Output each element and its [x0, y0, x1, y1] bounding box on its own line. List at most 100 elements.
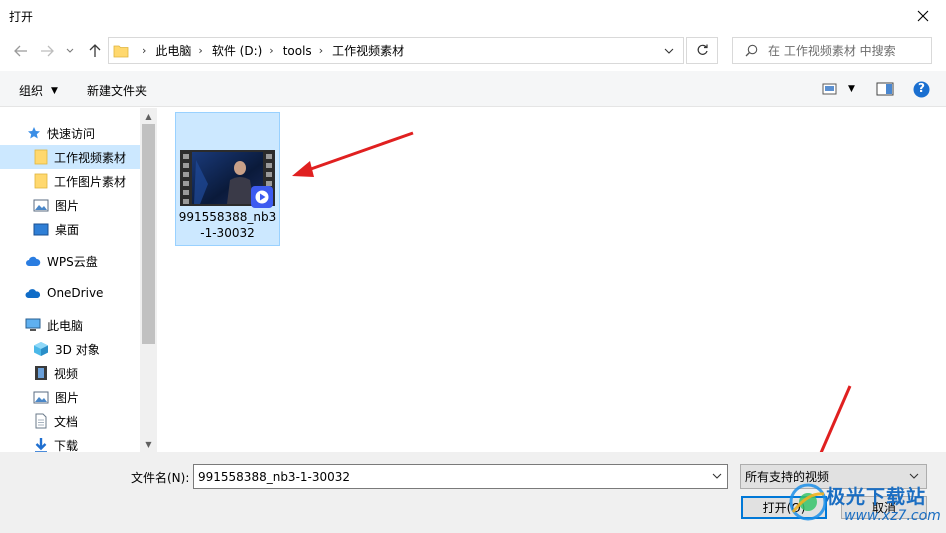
command-toolbar: 组织 ▼ 新建文件夹 ▼ ? [0, 71, 946, 107]
sidebar-item-label: 此电脑 [47, 318, 84, 333]
help-label: ? [918, 81, 925, 95]
chevron-down-icon [664, 48, 674, 54]
search-box[interactable]: 在 工作视频素材 中搜索 [732, 37, 932, 64]
chevron-right-icon[interactable]: › [198, 44, 202, 57]
back-button[interactable] [10, 40, 32, 62]
folder-icon [34, 173, 48, 189]
filename-input[interactable]: 991558388_nb3-1-30032 [193, 464, 728, 489]
chevron-right-icon[interactable]: › [269, 44, 273, 57]
watermark-text: 极光下载站 [826, 486, 927, 508]
sidebar-item-work-video[interactable]: 工作视频素材 [0, 145, 140, 169]
sidebar-item-wps-cloud[interactable]: WPS云盘 [0, 249, 140, 273]
preview-pane-button[interactable] [876, 80, 894, 98]
breadcrumb: › 此电脑 › 软件 (D:) › tools › 工作视频素材 [135, 42, 404, 59]
sidebar-item-label: 文档 [54, 414, 79, 429]
sidebar-item-label: WPS云盘 [47, 254, 98, 269]
pictures-icon [33, 199, 49, 211]
preview-pane-icon [876, 82, 894, 96]
chevron-right-icon: › [142, 44, 147, 57]
video-icon [35, 366, 47, 380]
sidebar-item-pictures-2[interactable]: 图片 [0, 385, 140, 409]
sidebar-item-label: 工作图片素材 [54, 174, 127, 189]
sidebar-item-label: 3D 对象 [55, 342, 100, 357]
view-icon [822, 83, 837, 95]
sidebar-item-downloads[interactable]: 下载 [0, 433, 140, 452]
address-dropdown-button[interactable] [661, 43, 677, 59]
download-icon [35, 438, 47, 452]
new-folder-button[interactable]: 新建文件夹 [87, 82, 147, 99]
sidebar-item-documents[interactable]: 文档 [0, 409, 140, 433]
navigation-pane: 快速访问 工作视频素材 工作图片素材 图片 桌面 WPS云盘 OneDrive … [0, 108, 157, 452]
change-view-button[interactable]: ▼ [822, 80, 855, 98]
filename-value: 991558388_nb3-1-30032 [198, 469, 351, 484]
navigation-bar: › 此电脑 › 软件 (D:) › tools › 工作视频素材 在 工作视频素… [0, 31, 946, 71]
video-thumbnail [180, 150, 275, 208]
help-button[interactable]: ? [913, 80, 930, 98]
arrow-right-icon [41, 45, 54, 57]
title-bar: 打开 [0, 0, 946, 31]
file-item[interactable]: 991558388_nb3 -1-30032 [175, 112, 280, 246]
filename-label: 文件名(N): [131, 471, 190, 485]
caret-down-icon: ▼ [51, 85, 58, 96]
folder-icon [34, 149, 48, 165]
file-name: 991558388_nb3 -1-30032 [176, 209, 279, 241]
recent-locations-button[interactable] [62, 40, 78, 62]
cube-icon [34, 342, 48, 356]
scroll-up-icon[interactable]: ▲ [140, 108, 157, 124]
file-name-line: -1-30032 [200, 226, 255, 240]
refresh-button[interactable] [686, 37, 718, 64]
arrow-left-icon [14, 45, 27, 57]
forward-button[interactable] [36, 40, 58, 62]
breadcrumb-item[interactable]: tools [283, 44, 312, 58]
sidebar-item-label: 图片 [55, 198, 80, 213]
breadcrumb-item[interactable]: 工作视频素材 [332, 42, 404, 59]
scroll-down-icon[interactable]: ▼ [140, 436, 157, 452]
breadcrumb-item[interactable]: 此电脑 [155, 42, 191, 59]
desktop-icon [33, 223, 49, 235]
sidebar-item-label: 视频 [54, 366, 79, 381]
sidebar-item-label: 下载 [54, 438, 79, 453]
document-icon [35, 413, 47, 429]
chevron-down-icon[interactable] [711, 470, 723, 482]
search-placeholder: 在 工作视频素材 中搜索 [768, 44, 896, 58]
sidebar-item-work-image[interactable]: 工作图片素材 [0, 169, 140, 193]
sidebar-item-this-pc[interactable]: 此电脑 [0, 313, 140, 337]
file-list-view: 991558388_nb3 -1-30032 [157, 108, 946, 452]
sidebar-item-label: 快速访问 [47, 126, 96, 141]
caret-down-icon: ▼ [848, 84, 855, 94]
breadcrumb-item[interactable]: 软件 (D:) [212, 42, 262, 59]
search-icon [745, 44, 758, 57]
refresh-icon [697, 44, 708, 55]
watermark-logo-icon [789, 483, 827, 521]
address-bar[interactable]: › 此电脑 › 软件 (D:) › tools › 工作视频素材 [108, 37, 684, 64]
sidebar-item-videos[interactable]: 视频 [0, 361, 140, 385]
close-button[interactable] [906, 4, 940, 28]
player-app-icon [251, 186, 273, 208]
sidebar-item-label: 图片 [55, 390, 80, 405]
sidebar-item-desktop[interactable]: 桌面 [0, 217, 140, 241]
open-file-dialog: 打开 › 此电脑 › 软件 (D:) › tools › 工作视频素材 在 工作… [0, 0, 946, 533]
computer-icon [25, 318, 41, 331]
file-name-line: 991558388_nb3 [178, 210, 277, 224]
close-icon [917, 10, 929, 22]
sidebar-item-onedrive[interactable]: OneDrive [0, 281, 140, 305]
sidebar-scrollbar[interactable]: ▲ ▼ [140, 108, 157, 452]
pictures-icon [33, 391, 49, 403]
watermark-url: www.xz7.com [844, 508, 941, 524]
sidebar-item-quick-access[interactable]: 快速访问 [0, 121, 140, 145]
star-icon [28, 127, 40, 139]
folder-icon [113, 45, 129, 57]
scrollbar-thumb[interactable] [142, 124, 155, 344]
arrow-up-icon [89, 44, 101, 57]
organize-label: 组织 [19, 84, 44, 98]
sidebar-item-3d-objects[interactable]: 3D 对象 [0, 337, 140, 361]
chevron-right-icon[interactable]: › [319, 44, 323, 57]
up-button[interactable] [84, 40, 106, 62]
chevron-down-icon [66, 48, 74, 53]
sidebar-item-pictures[interactable]: 图片 [0, 193, 140, 217]
sidebar-item-label: OneDrive [47, 286, 104, 300]
sidebar-item-label: 桌面 [55, 222, 80, 237]
window-title: 打开 [9, 10, 34, 24]
organize-menu-button[interactable]: 组织 ▼ [19, 82, 58, 99]
cloud-icon [26, 256, 41, 266]
